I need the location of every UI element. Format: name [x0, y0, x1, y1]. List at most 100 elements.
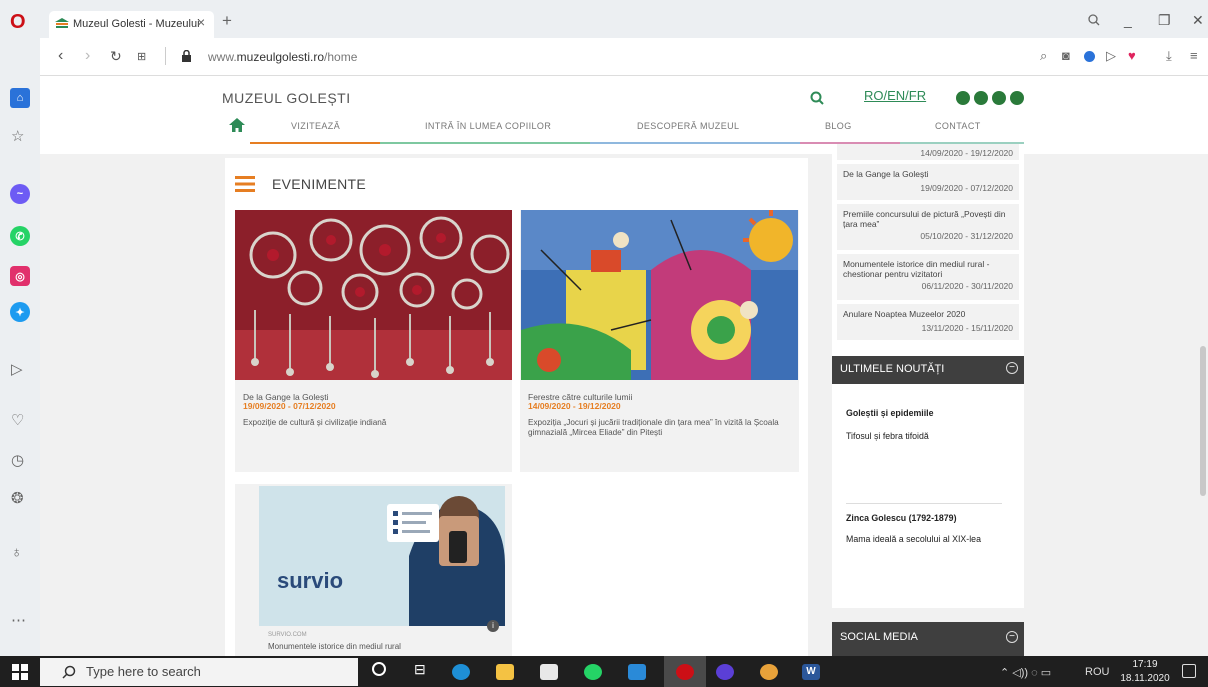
menu-descopera-muzeul[interactable]: DESCOPERĂ MUZEUL: [637, 121, 739, 131]
url-prefix: www.: [208, 50, 237, 64]
news-heading: ULTIMELE NOUTĂȚI: [840, 363, 945, 375]
close-tab-icon[interactable]: ×: [197, 14, 205, 30]
address-divider: [165, 47, 166, 65]
survio-image[interactable]: survio: [259, 486, 505, 626]
event-card-dates: 14/09/2020 - 19/12/2020: [528, 401, 621, 411]
menu-viziteaza[interactable]: VIZITEAZĂ: [291, 121, 340, 131]
task-view-icon[interactable]: ⊟: [414, 661, 426, 678]
social-header[interactable]: SOCIAL MEDIA: [832, 622, 1024, 656]
tab-search-icon[interactable]: [1088, 14, 1100, 26]
sidebar-event-dates: 05/10/2020 - 31/12/2020: [920, 231, 1013, 241]
site-logo[interactable]: MUZEUL GOLEȘTI: [222, 90, 351, 106]
page-scrollbar[interactable]: [1200, 346, 1206, 496]
home-sidebar-icon[interactable]: ⌂: [10, 88, 30, 108]
snapshot-icon[interactable]: ◙: [1062, 48, 1070, 63]
children-painting-image[interactable]: [521, 210, 798, 380]
bookmark-sidebar-icon[interactable]: ☆: [11, 128, 24, 146]
info-icon[interactable]: i: [487, 620, 499, 632]
store-icon[interactable]: [540, 664, 558, 680]
sidebar-event[interactable]: Anulare Noaptea Muzeelor 2020 13/11/2020…: [837, 304, 1019, 340]
twitter-social-icon[interactable]: [1010, 91, 1024, 105]
mail-icon[interactable]: [628, 664, 646, 680]
find-icon[interactable]: ⌕: [1040, 48, 1047, 64]
event-card-description: Expoziție de cultură și civilizație indi…: [243, 418, 387, 427]
heart-icon[interactable]: ♥: [1128, 48, 1136, 63]
file-explorer-icon[interactable]: [496, 664, 514, 680]
clock[interactable]: 17:19 18.11.2020: [1118, 658, 1172, 686]
browser-tab[interactable]: Muzeul Golesti - Muzeului: [49, 11, 214, 38]
events-heading: EVENIMENTE: [272, 176, 367, 192]
home-nav-icon[interactable]: [228, 116, 246, 134]
history-sidebar-icon[interactable]: ◷: [11, 452, 24, 470]
opera-taskbar-icon[interactable]: [676, 664, 694, 680]
vpn-taskbar-icon[interactable]: [716, 664, 734, 680]
back-icon[interactable]: ‹: [58, 47, 63, 65]
menu-blog[interactable]: BLOG: [825, 121, 852, 131]
facebook-social-icon[interactable]: [956, 91, 970, 105]
menu-contact[interactable]: CONTACT: [935, 121, 981, 131]
forward-icon[interactable]: ›: [85, 47, 90, 65]
notifications-icon[interactable]: [1182, 664, 1196, 678]
social-heading: SOCIAL MEDIA: [840, 631, 918, 643]
window-close-icon[interactable]: ✕: [1192, 12, 1204, 29]
taskbar-search-input[interactable]: Type here to search: [40, 658, 358, 686]
news-item-title[interactable]: Zinca Golescu (1792-1879): [846, 513, 957, 523]
opera-menu-icon[interactable]: O: [10, 12, 26, 32]
museum-favicon-icon: [55, 18, 69, 28]
sidebar-event-title: Anulare Noaptea Muzeelor 2020: [843, 309, 966, 319]
site-search-icon[interactable]: [810, 91, 824, 105]
favorites-sidebar-icon[interactable]: ♡: [11, 412, 24, 430]
new-tab-button[interactable]: +: [222, 11, 232, 31]
language-indicator[interactable]: ROU: [1085, 666, 1109, 678]
sidebar-event[interactable]: Monumentele istorice din mediul rural - …: [837, 254, 1019, 300]
youtube-social-icon[interactable]: [974, 91, 988, 105]
news-item-title[interactable]: Goleștii și epidemiile: [846, 408, 934, 418]
events-menu-icon: [235, 176, 255, 192]
news-divider: [846, 503, 1002, 504]
sidebar-event[interactable]: 14/09/2020 - 19/12/2020: [837, 144, 1019, 160]
download-icon[interactable]: ⤓: [1166, 48, 1172, 64]
whatsapp-icon[interactable]: ✆: [10, 226, 30, 246]
vpn-icon[interactable]: [1084, 51, 1095, 62]
sidebar-gap: [832, 608, 1024, 622]
url-path: /home: [324, 50, 358, 64]
sidebar-event[interactable]: De la Gange la Golești 19/09/2020 - 07/1…: [837, 164, 1019, 200]
news-header[interactable]: ULTIMELE NOUTĂȚI: [832, 356, 1024, 384]
minimize-icon[interactable]: _: [1124, 12, 1132, 28]
clock-time: 17:19: [1132, 659, 1158, 670]
flow-icon[interactable]: ▷: [1106, 48, 1116, 64]
speed-dial-icon[interactable]: ⊞: [137, 50, 146, 63]
reload-icon[interactable]: ↻: [110, 48, 122, 65]
survio-card-title[interactable]: Monumentele istorice din mediul rural: [268, 642, 401, 651]
messenger-icon[interactable]: ~: [10, 184, 30, 204]
edge-icon[interactable]: [452, 664, 470, 680]
whatsapp-taskbar-icon[interactable]: [584, 664, 602, 680]
twitter-icon[interactable]: ✦: [10, 302, 30, 322]
word-icon[interactable]: W: [802, 664, 820, 680]
easy-setup-icon[interactable]: ≡: [1190, 48, 1198, 63]
event-card-dates: 19/09/2020 - 07/12/2020: [243, 401, 336, 411]
instagram-icon[interactable]: ◎: [10, 266, 30, 286]
sidebar-event-title: De la Gange la Golești: [843, 169, 929, 179]
indian-jewelry-image[interactable]: [235, 210, 512, 380]
news-item-subtitle: Mama ideală a secolului al XIX-lea: [846, 534, 981, 544]
menu-lumea-copiilor[interactable]: INTRĂ ÎN LUMEA COPIILOR: [425, 121, 551, 131]
flow-sidebar-icon[interactable]: ▷: [11, 361, 23, 379]
instagram-social-icon[interactable]: [992, 91, 1006, 105]
menu-underline: [250, 142, 380, 144]
tray-icons[interactable]: ⌃ ◁)) ◌ ▭: [1000, 666, 1051, 679]
chrome-icon[interactable]: [760, 664, 778, 680]
windows-start-icon[interactable]: [12, 664, 28, 680]
sidebar-event[interactable]: Premiile concursului de pictură „Povești…: [837, 204, 1019, 250]
extensions-sidebar-icon[interactable]: ❂: [11, 490, 24, 508]
collapse-icon[interactable]: −: [1006, 631, 1018, 643]
lock-icon[interactable]: [182, 50, 191, 62]
more-sidebar-icon[interactable]: ⋯: [11, 612, 26, 630]
collapse-icon[interactable]: −: [1006, 362, 1018, 374]
sidebar-event-dates: 14/09/2020 - 19/12/2020: [920, 148, 1013, 158]
cortana-icon[interactable]: [372, 662, 386, 676]
language-switcher[interactable]: RO/EN/FR: [864, 88, 926, 103]
url-field[interactable]: www.muzeulgolesti.ro/home: [208, 50, 357, 64]
location-sidebar-icon[interactable]: ♁: [11, 544, 22, 562]
restore-icon[interactable]: ❐: [1158, 12, 1171, 29]
